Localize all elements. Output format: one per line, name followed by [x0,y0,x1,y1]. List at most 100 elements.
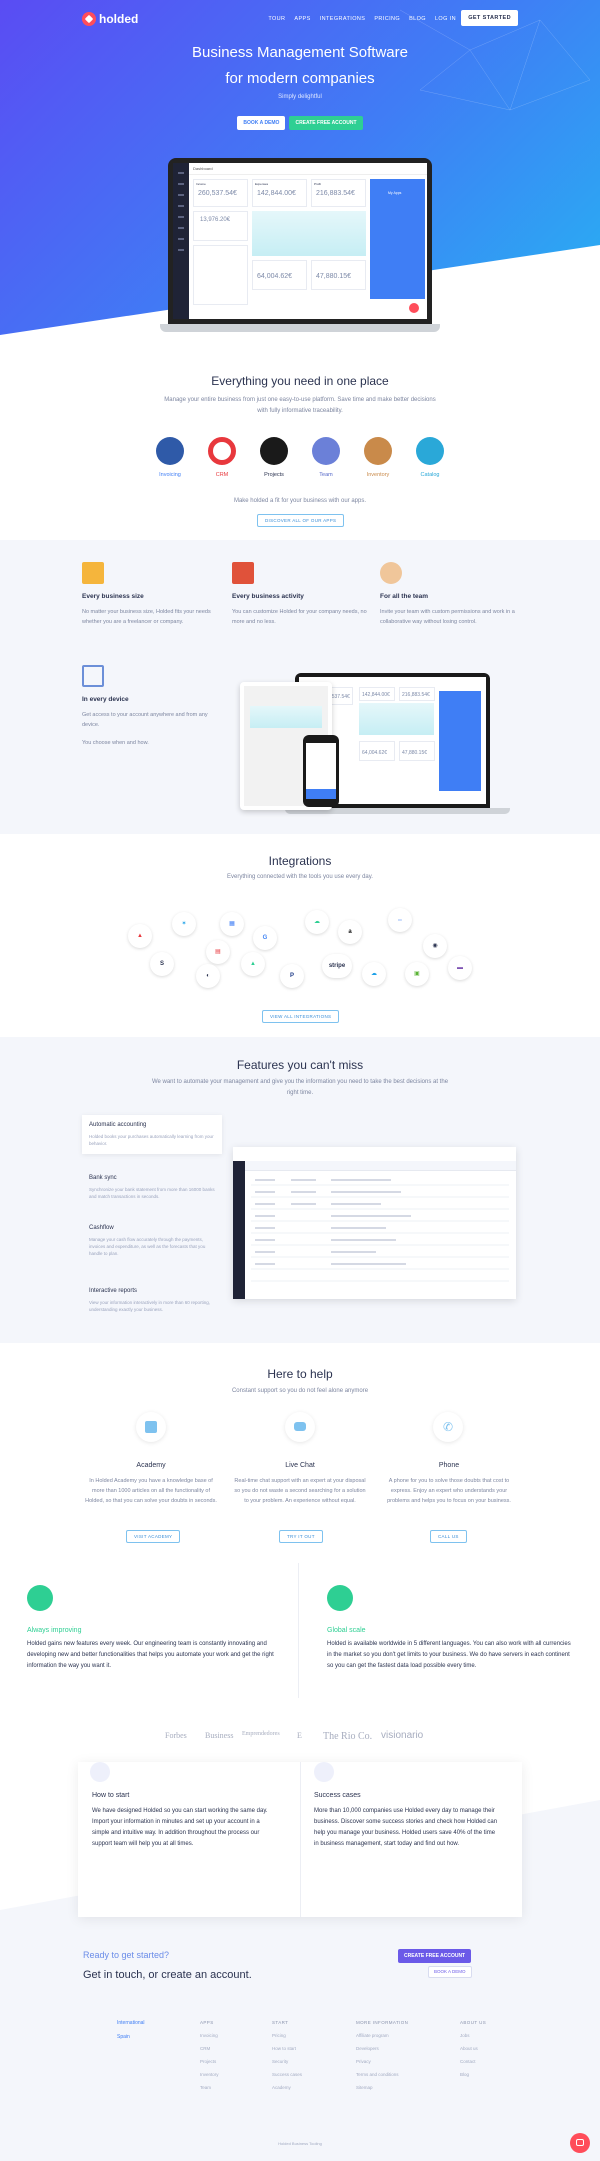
try-chat-button[interactable]: TRY IT OUT [279,1530,323,1543]
feature-tab-cashflow[interactable]: Cashflow Manage your cash flow accurately… [82,1225,222,1257]
app-catalog[interactable]: Catalog [410,437,450,478]
footer-link[interactable]: Success cases [272,2072,302,2077]
nav-login[interactable]: LOG IN [435,16,456,22]
create-account-button[interactable]: CREATE FREE ACCOUNT [289,116,363,130]
chat-launcher-icon[interactable] [570,2133,590,2153]
dashboard-screen: Dashboard Income 260,537.54€ Expenses 142,… [173,163,427,319]
call-us-button[interactable]: CALL US [430,1530,467,1543]
integration-logo-2[interactable]: ✶ [172,912,196,936]
global-scale: Global scale Holded is available worldwid… [327,1627,571,1669]
footer-link[interactable]: Inventory [200,2072,219,2077]
integration-logo-1[interactable]: ▲ [128,924,152,948]
hero-subtitle: Simply delightful [278,94,322,100]
phone-icon: ✆ [433,1412,463,1442]
nav-pricing[interactable]: PRICING [374,16,400,22]
visit-academy-button[interactable]: VISIT ACADEMY [126,1530,181,1543]
integration-logo-3[interactable]: ▦ [220,912,244,936]
lang-international[interactable]: International [117,2020,145,2026]
phone-mockup [303,735,339,807]
lang-spain[interactable]: Spain [117,2034,145,2040]
app-topbar: Dashboard [189,163,427,175]
integration-logo-17[interactable]: ◐ [196,964,220,988]
integration-logo-8[interactable]: ◉ [423,934,447,958]
footer-col-about: ABOUT US Jobs About us Contact Blog [460,2020,487,2077]
feature-tab-accounting[interactable]: Automatic accounting Holded books your pu… [82,1115,222,1154]
always-improving: Always improving Holded gains new feature… [27,1627,274,1669]
feature-tab-bank-sync[interactable]: Bank sync Synchronize your bank statement… [82,1175,222,1200]
app-sidebar [173,163,189,319]
integrations-desc: Everything connected with the tools you … [227,874,373,880]
footer-link[interactable]: Affiliate program [356,2033,408,2038]
footer-link[interactable]: Privacy [356,2059,408,2064]
footer-link[interactable]: Terms and conditions [356,2072,408,2077]
google-logo[interactable]: G [253,926,277,950]
footer-link[interactable]: Jobs [460,2033,486,2038]
help-section: Here to help Constant support so you do … [0,1343,600,1553]
benefit-size: Every business size No matter your busine… [82,593,211,625]
nav-tour[interactable]: TOUR [268,16,285,22]
nav-integrations[interactable]: INTEGRATIONS [320,16,366,22]
get-started-button[interactable]: GET STARTED [461,10,518,26]
apps-row: Invoicing CRM Projects Team Inventory Ca… [150,437,450,478]
nav-links: TOUR APPS INTEGRATIONS PRICING BLOG LOG … [268,16,456,22]
footer-link[interactable]: Invoicing [200,2033,219,2038]
calendar-logo[interactable]: ▤ [206,940,230,964]
footer-link[interactable]: Pricing [272,2033,302,2038]
woocommerce-logo[interactable]: ▬ [448,956,472,980]
footer-book-demo-button[interactable]: BOOK A DEMO [428,1966,472,1978]
footer-link[interactable]: How to start [272,2046,302,2051]
footer-link[interactable]: Blog [460,2072,486,2077]
feature-tab-reports[interactable]: Interactive reports View your information… [82,1288,222,1313]
integration-logo-5[interactable]: ☁ [305,910,329,934]
stripe-logo[interactable]: stripe [322,954,352,978]
academy-icon [136,1412,166,1442]
integration-logo-7[interactable]: ▭ [388,908,412,932]
help-desc: Constant support so you do not feel alon… [231,1388,369,1394]
view-integrations-button[interactable]: VIEW ALL INTEGRATIONS [262,1010,340,1023]
integration-logo-9[interactable]: S [150,952,174,976]
footer-link[interactable]: Sitemap [356,2085,408,2090]
team-person-icon [380,562,402,584]
paypal-logo[interactable]: P [280,964,304,988]
bars-card-2: 47,880.15€ [311,260,366,290]
globe-icon [327,1585,353,1611]
holded-logo-icon [82,12,96,26]
footer-link[interactable]: Contact [460,2059,486,2064]
app-inventory[interactable]: Inventory [358,437,398,478]
nav-apps[interactable]: APPS [294,16,310,22]
help-title: Here to help [267,1367,333,1381]
footer-link[interactable]: CRM [200,2046,219,2051]
hero-buttons: BOOK A DEMO CREATE FREE ACCOUNT [0,116,600,130]
crm-icon [208,437,236,465]
app-team[interactable]: Team [306,437,346,478]
features-desc: We want to automate your management and … [151,1079,449,1096]
drive-logo[interactable]: ▲ [241,952,265,976]
holded-logo[interactable]: holded [82,12,138,26]
press-logo-1: Forbes [165,1731,187,1740]
app-projects[interactable]: Projects [254,437,294,478]
chat-bubble-icon[interactable] [409,303,419,313]
discover-apps-button[interactable]: DISCOVER ALL OF OUR APPS [257,514,345,527]
income-card: Income 260,537.54€ [193,179,248,207]
benefit-activity: Every business activity You can customize… [232,593,367,625]
area-chart [252,211,366,256]
amazon-logo[interactable]: a [338,920,362,944]
app-invoicing[interactable]: Invoicing [150,437,190,478]
footer-link[interactable]: About us [460,2046,486,2051]
features-title: Features you can't miss [236,1058,364,1072]
footer-link[interactable]: Security [272,2059,302,2064]
chat-icon [285,1412,315,1442]
footer-link[interactable]: Academy [272,2085,302,2090]
list-card [193,245,248,305]
footer-link[interactable]: Team [200,2085,219,2090]
book-demo-button[interactable]: BOOK A DEMO [237,116,286,130]
ready-text: Ready to get started? [83,1950,170,1960]
nav-blog[interactable]: BLOG [409,16,426,22]
salesforce-logo[interactable]: ☁ [362,962,386,986]
app-crm[interactable]: CRM [202,437,242,478]
shopify-logo[interactable]: ▣ [405,962,429,986]
footer-link[interactable]: Projects [200,2059,219,2064]
footer-create-account-button[interactable]: CREATE FREE ACCOUNT [398,1949,472,1963]
footer-link[interactable]: Developers [356,2046,408,2051]
how-to-start: How to start We have designed Holded so y… [92,1792,268,1847]
